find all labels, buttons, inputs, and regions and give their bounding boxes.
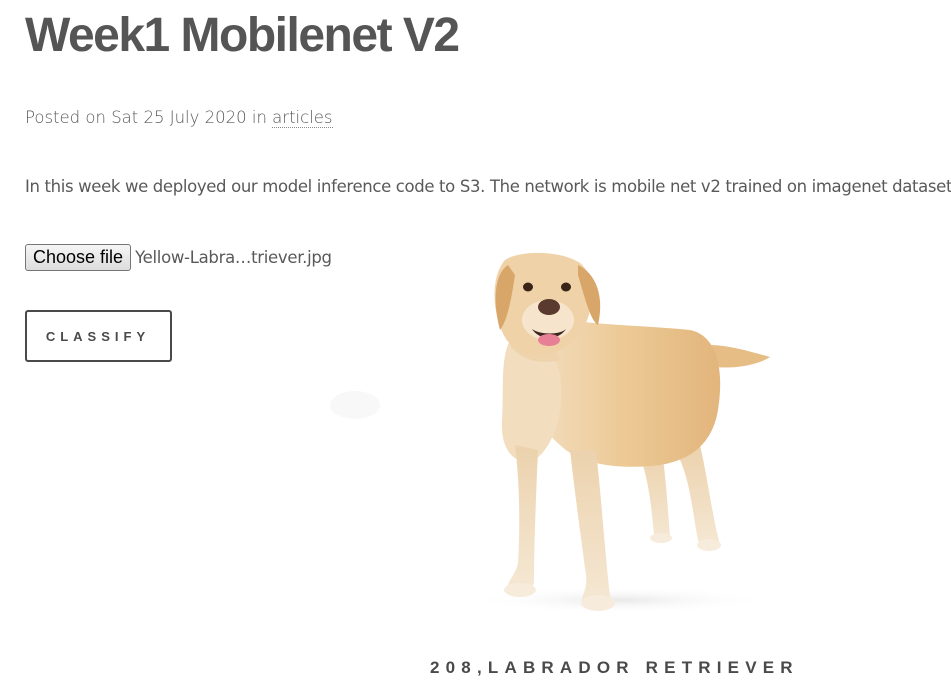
- intro-paragraph: In this week we deployed our model infer…: [25, 177, 951, 196]
- file-picker[interactable]: Choose file Yellow-Labra…triever.jpg: [25, 243, 332, 271]
- classify-button[interactable]: CLASSIFY: [25, 310, 172, 362]
- choose-file-button[interactable]: Choose file: [25, 243, 132, 271]
- page-title: Week1 Mobilenet V2: [25, 9, 460, 62]
- classification-result: 208,LABRADOR RETRIEVER: [430, 658, 799, 677]
- selected-file-name: Yellow-Labra…triever.jpg: [135, 247, 332, 267]
- post-date: Posted on Sat 25 July 2020 in: [25, 108, 273, 127]
- dog-image: [330, 252, 770, 614]
- category-link[interactable]: articles: [272, 108, 333, 128]
- post-meta: Posted on Sat 25 July 2020 in articles: [25, 105, 333, 131]
